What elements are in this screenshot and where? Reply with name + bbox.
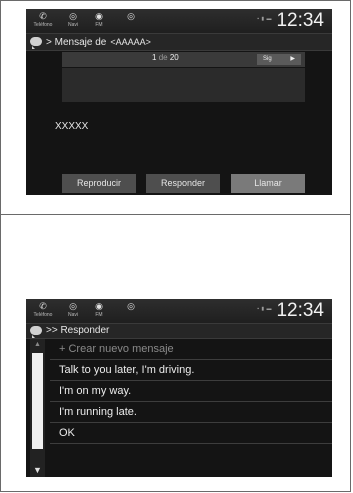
- list-item[interactable]: OK: [50, 423, 332, 444]
- reply-button[interactable]: Responder: [146, 174, 220, 193]
- radio-icon[interactable]: ◉ FM: [88, 11, 110, 28]
- phone-label: Teléfono: [33, 312, 53, 318]
- message-bubble-icon: [30, 326, 42, 338]
- play-button[interactable]: Reproducir: [62, 174, 136, 193]
- breadcrumb: >> Responder: [46, 325, 110, 336]
- scroll-up-icon[interactable]: ▲: [30, 341, 45, 348]
- navi-label: Navi: [67, 312, 78, 318]
- page-total: 20: [169, 53, 179, 62]
- page-current: 1: [152, 53, 157, 62]
- list-item[interactable]: Talk to you later, I'm driving.: [50, 360, 332, 381]
- navi-icon[interactable]: ◎ Navi: [62, 301, 84, 318]
- audio-source-icon[interactable]: ◎: [120, 11, 142, 22]
- phone-icon[interactable]: ✆ Teléfono: [32, 11, 54, 28]
- list-item[interactable]: I'm on my way.: [50, 381, 332, 402]
- top-figure-frame: ✆ Teléfono ◎ Navi ◉ FM ◎ ▪ ▮ ▬ 12:34 > Mens…: [0, 0, 351, 215]
- scroll-down-icon[interactable]: ▼: [30, 465, 45, 475]
- sender-name: <AAAAA>: [110, 37, 151, 47]
- play-arrow-icon: ▶: [290, 56, 295, 62]
- title-bar: > Mensaje de <AAAAA>: [26, 34, 332, 51]
- status-bar: ✆ Teléfono ◎ Navi ◉ FM ◎ ▪ ▮ ▬ 12:34: [26, 299, 332, 324]
- radio-label: FM: [95, 22, 103, 28]
- navi-label: Navi: [67, 22, 78, 28]
- message-pager: 1 de 20 Sig ▶: [62, 52, 305, 67]
- next-label: Sig: [263, 56, 272, 62]
- breadcrumb-text: > Mensaje de: [46, 37, 107, 48]
- breadcrumb: > Mensaje de <AAAAA>: [46, 35, 151, 50]
- message-screen: ✆ Teléfono ◎ Navi ◉ FM ◎ ▪ ▮ ▬ 12:34 > Mens…: [26, 9, 332, 195]
- list-item-create-new[interactable]: + Crear nuevo mensaje: [50, 339, 332, 360]
- action-button-row: Reproducir Responder Llamar: [26, 174, 332, 193]
- message-bubble-icon: [30, 37, 42, 49]
- list-item[interactable]: I'm running late.: [50, 402, 332, 423]
- scroll-thumb[interactable]: [32, 353, 43, 449]
- status-bar: ✆ Teléfono ◎ Navi ◉ FM ◎ ▪ ▮ ▬ 12:34: [26, 9, 332, 34]
- reply-screen: ✆ Teléfono ◎ Navi ◉ FM ◎ ▪ ▮ ▬ 12:34 >> Res…: [26, 299, 332, 477]
- next-message-button[interactable]: Sig ▶: [257, 54, 301, 65]
- audio-source-icon[interactable]: ◎: [120, 301, 142, 312]
- phone-icon[interactable]: ✆ Teléfono: [32, 301, 54, 318]
- call-button[interactable]: Llamar: [231, 174, 305, 193]
- signal-indicator-icon: ▪ ▮ ▬: [257, 306, 272, 312]
- page-of-label: de: [158, 53, 168, 62]
- radio-label: FM: [95, 312, 103, 318]
- bottom-figure-frame: ✆ Teléfono ◎ Navi ◉ FM ◎ ▪ ▮ ▬ 12:34 >> Res…: [0, 214, 351, 492]
- navi-icon[interactable]: ◎ Navi: [62, 11, 84, 28]
- message-header-area: [62, 68, 305, 102]
- page-indicator: 1 de 20: [152, 53, 179, 62]
- scrollbar[interactable]: ▲ ▼: [30, 339, 45, 477]
- radio-icon[interactable]: ◉ FM: [88, 301, 110, 318]
- phone-label: Teléfono: [33, 22, 53, 28]
- title-bar: >> Responder: [26, 324, 332, 339]
- clock: 12:34: [276, 10, 324, 31]
- signal-indicator-icon: ▪ ▮ ▬: [257, 16, 272, 22]
- clock: 12:34: [276, 300, 324, 321]
- message-body: XXXXX: [55, 121, 89, 132]
- reply-options-list: + Crear nuevo mensaje Talk to you later,…: [50, 339, 332, 444]
